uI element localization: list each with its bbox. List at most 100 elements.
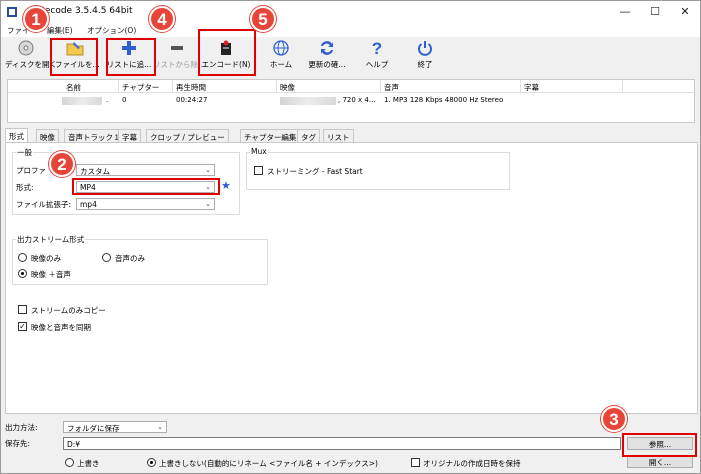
extension-label: ファイル拡張子: xyxy=(16,200,72,209)
refresh-icon xyxy=(321,41,333,55)
close-button[interactable]: ✕ xyxy=(670,1,700,23)
menu-bar: ファイ 編集(E) オプション(O) xyxy=(1,23,700,37)
svg-text:?: ? xyxy=(372,39,382,57)
remove-from-list-label: リストから除... xyxy=(153,60,206,69)
tab-list[interactable]: リスト xyxy=(323,129,354,142)
chevron-down-icon: ⌄ xyxy=(205,200,211,208)
col-name[interactable]: 名前 xyxy=(66,82,81,93)
cell-duration: 00:24:27 xyxy=(176,96,208,104)
title-bar: Recode 3.5.4.5 64bit — ☐ ✕ xyxy=(1,1,700,23)
highlight-format-select xyxy=(72,178,220,195)
keep-date-label: オリジナルの作成日時を保持 xyxy=(423,459,521,468)
star-icon[interactable]: ★ xyxy=(221,179,231,192)
home-button[interactable]: ホーム xyxy=(263,39,299,75)
help-button[interactable]: ? ヘルプ xyxy=(361,39,393,75)
open-disc-button[interactable]: ディスクを開く xyxy=(5,39,57,75)
blurred-filename xyxy=(62,97,102,105)
step-badge-2: 2 xyxy=(49,151,75,177)
tab-subtitle[interactable]: 字幕 xyxy=(118,129,141,142)
check-update-label: 更新の確... xyxy=(308,60,346,69)
video-audio-label: 映像 ＋音声 xyxy=(31,270,71,279)
power-icon xyxy=(418,41,432,56)
disc-icon xyxy=(18,40,34,56)
home-label: ホーム xyxy=(269,60,293,69)
cell-audio: 1. MP3 128 Kbps 48000 Hz Stereo xyxy=(384,96,504,104)
tab-tags[interactable]: タグ xyxy=(297,129,320,142)
no-overwrite-radio[interactable] xyxy=(147,458,156,467)
destination-value: D:¥ xyxy=(67,440,81,449)
maximize-button[interactable]: ☐ xyxy=(640,1,670,23)
check-update-button[interactable]: 更新の確... xyxy=(305,39,349,75)
tab-audio-track[interactable]: 音声トラック１ xyxy=(64,129,125,142)
help-label: ヘルプ xyxy=(365,60,389,69)
file-list[interactable]: 名前 チャプター 再生時間 映像 音声 字幕 . 0 00:24:27 , 72… xyxy=(7,79,695,123)
tab-crop-preview[interactable]: クロップ / プレビュー xyxy=(146,129,229,142)
step-badge-4: 4 xyxy=(149,6,175,32)
col-video[interactable]: 映像 xyxy=(280,82,295,93)
cell-chapter: 0 xyxy=(122,96,127,104)
recode-window: Recode 3.5.4.5 64bit — ☐ ✕ ファイ 編集(E) オプシ… xyxy=(0,0,701,474)
output-stream-title: 出力ストリーム形式 xyxy=(16,234,86,245)
output-settings: 出力方法: フォルダに保存 ⌄ 保存先: D:¥ 参照... 上書き 上書きしな… xyxy=(1,417,700,473)
cell-name: . xyxy=(106,96,109,104)
minimize-button[interactable]: — xyxy=(610,1,640,23)
blurred-video-info xyxy=(280,97,336,105)
extension-select[interactable]: mp4 ⌄ xyxy=(76,198,215,210)
streaming-checkbox[interactable] xyxy=(254,166,263,175)
minus-icon xyxy=(171,46,183,50)
chevron-down-icon: ⌄ xyxy=(205,166,211,174)
step-badge-5: 5 xyxy=(250,6,276,32)
question-icon: ? xyxy=(372,39,382,57)
format-label: 形式: xyxy=(16,183,34,192)
stream-copy-checkbox[interactable] xyxy=(18,305,27,314)
file-list-header: 名前 チャプター 再生時間 映像 音声 字幕 xyxy=(8,80,694,93)
overwrite-label: 上書き xyxy=(77,459,100,468)
video-only-label: 映像のみ xyxy=(31,254,61,263)
highlight-browse xyxy=(622,433,697,457)
mux-group-title: Mux xyxy=(250,147,268,156)
destination-label: 保存先: xyxy=(5,439,31,448)
exit-label: 終了 xyxy=(417,60,433,69)
tab-format[interactable]: 形式 xyxy=(5,128,28,142)
step-badge-1: 1 xyxy=(23,6,49,32)
tab-chapter-edit[interactable]: チャプター編集 xyxy=(240,129,301,142)
output-method-label: 出力方法: xyxy=(5,423,38,432)
profile-value: カスタム xyxy=(80,167,110,176)
destination-input[interactable]: D:¥ xyxy=(63,437,621,450)
profile-label: プロファ xyxy=(16,166,46,175)
cell-video: , 720 x 4... xyxy=(338,96,376,104)
no-overwrite-label: 上書きしない(自動的にリネーム <ファイル名 + インデックス>) xyxy=(159,459,378,468)
sync-av-label: 映像と音声を同期 xyxy=(31,323,91,332)
app-icon xyxy=(7,7,17,17)
col-subtitle[interactable]: 字幕 xyxy=(524,82,539,93)
tab-video[interactable]: 映像 xyxy=(36,129,59,142)
col-audio[interactable]: 音声 xyxy=(384,82,399,93)
stream-copy-label: ストリームのみコピー xyxy=(31,306,106,315)
highlight-open-file xyxy=(50,38,98,76)
col-chapter[interactable]: チャプター xyxy=(122,82,159,93)
general-group-title: 一般 xyxy=(16,147,33,158)
remove-from-list-button[interactable]: リストから除... xyxy=(153,39,206,75)
video-audio-radio[interactable] xyxy=(18,269,27,278)
menu-edit[interactable]: 編集(E) xyxy=(47,25,73,36)
output-method-select[interactable]: フォルダに保存 ⌄ xyxy=(63,421,167,433)
table-row[interactable]: . 0 00:24:27 , 720 x 4... 1. MP3 128 Kbp… xyxy=(8,94,694,106)
extension-value: mp4 xyxy=(80,200,97,209)
menu-options[interactable]: オプション(O) xyxy=(87,25,136,36)
streaming-label: ストリーミング - Fast Start xyxy=(267,167,363,176)
keep-date-checkbox[interactable] xyxy=(411,458,420,467)
exit-button[interactable]: 終了 xyxy=(409,39,441,75)
highlight-add-to-list xyxy=(106,38,156,76)
sync-av-checkbox[interactable]: ✓ xyxy=(18,322,27,331)
video-only-radio[interactable] xyxy=(18,253,27,262)
audio-only-label: 音声のみ xyxy=(115,254,145,263)
col-duration[interactable]: 再生時間 xyxy=(176,82,206,93)
open-disc-label: ディスクを開く xyxy=(5,60,57,69)
audio-only-radio[interactable] xyxy=(102,253,111,262)
window-title: Recode 3.5.4.5 64bit xyxy=(39,6,133,16)
highlight-encode xyxy=(198,29,256,76)
profile-select[interactable]: カスタム ⌄ xyxy=(76,164,215,176)
globe-icon xyxy=(273,40,289,56)
step-badge-3: 3 xyxy=(601,406,627,432)
overwrite-radio[interactable] xyxy=(65,458,74,467)
